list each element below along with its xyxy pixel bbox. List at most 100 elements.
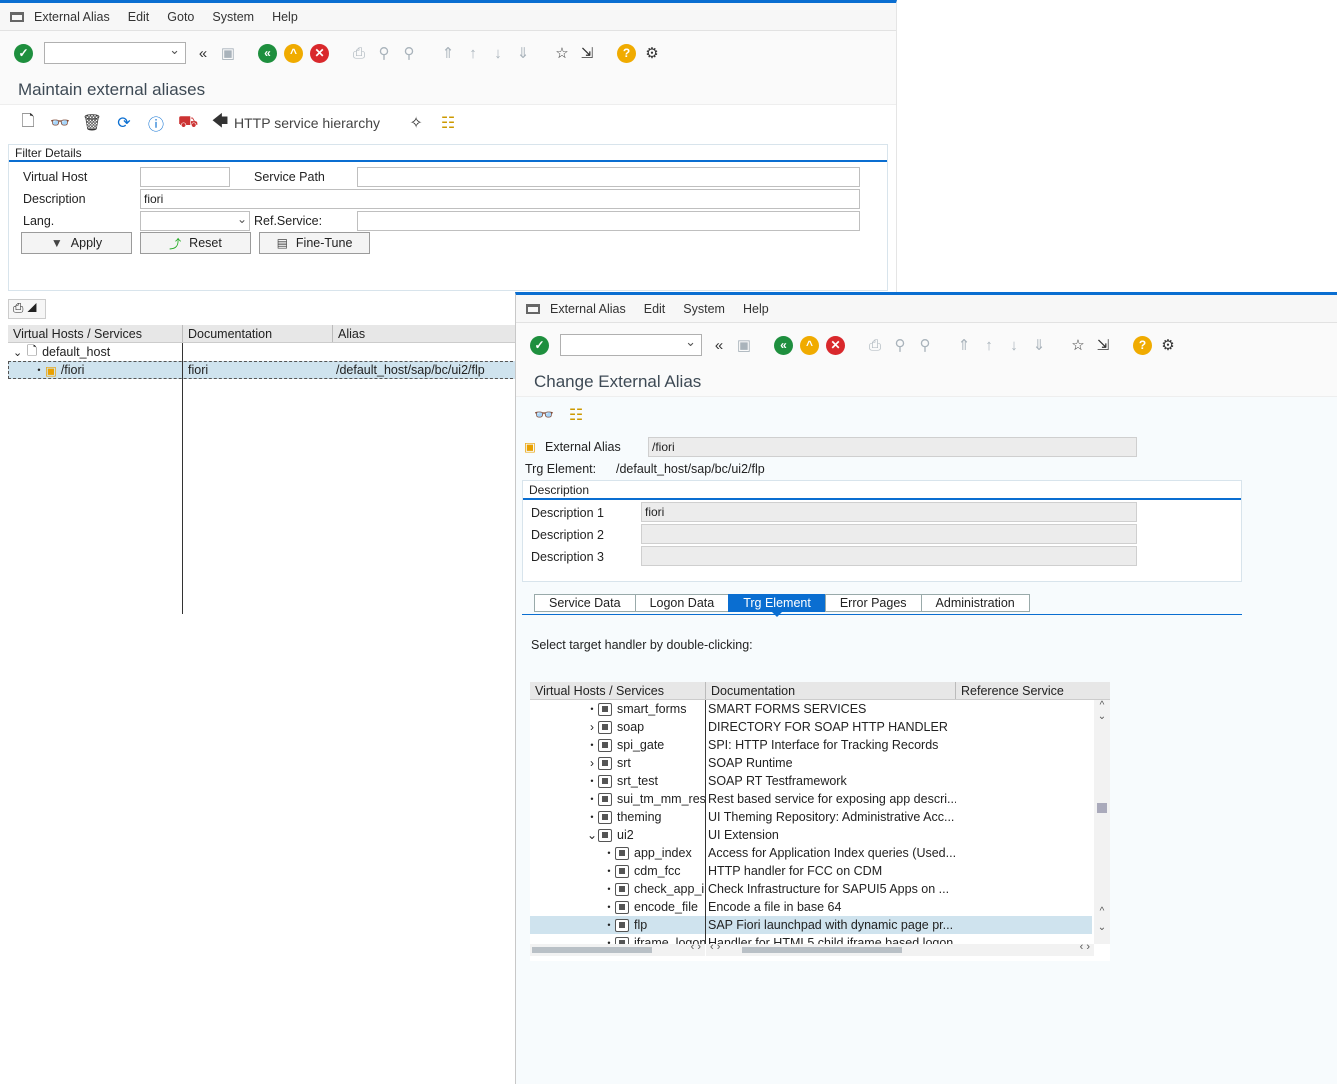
find-next-icon[interactable]: ⚲ [400,44,418,62]
tab-service-data[interactable]: Service Data [534,594,635,612]
last-page-icon[interactable]: ⇓ [514,44,532,62]
tab-logon-data[interactable]: Logon Data [634,594,729,612]
menu-help[interactable]: Help [272,10,298,24]
handler-row[interactable]: • encode_file Encode a file in base 64 [530,898,1092,916]
menu2-system[interactable]: System [683,302,725,316]
enter-icon[interactable]: ✓ [530,335,549,355]
next-page-icon[interactable]: ↓ [489,44,507,62]
display-icon[interactable]: 👓 [50,113,70,133]
settings-icon[interactable]: ⚙ [643,44,661,62]
external-alias-field[interactable]: /fiori [648,437,1137,457]
handler-row[interactable]: • theming UI Theming Repository: Administr… [530,808,1092,826]
create-session-icon[interactable]: ☆ [1069,336,1087,354]
handler-row[interactable]: • iframe_logon Handler for HTML5 child ifr… [530,934,1092,944]
menu2-edit[interactable]: Edit [644,302,666,316]
expand-icon[interactable]: ⌄ [13,346,27,359]
tab-trg-element[interactable]: Trg Element [728,594,825,617]
hscroll-left-arrows[interactable]: ‹ › [691,941,701,953]
menu-external-alias[interactable]: External Alias [34,10,110,24]
find-icon[interactable]: ⚲ [891,336,909,354]
exit-icon[interactable]: ^ [800,335,819,355]
col2-virtual-hosts[interactable]: Virtual Hosts / Services [530,682,706,699]
service-path-input[interactable] [357,167,860,187]
fine-tune-button[interactable]: ▤ Fine-Tune [259,232,370,254]
handler-row[interactable]: › srt SOAP Runtime [530,754,1092,772]
collapse-icon[interactable]: ⌄ [586,828,598,842]
collapse-icon[interactable]: « [194,44,212,62]
handler-row[interactable]: • sui_tm_mm_res Rest based service for exp… [530,790,1092,808]
print-icon[interactable]: ⎙ [866,336,884,354]
wizard-icon[interactable]: ✧ [406,113,426,133]
save-icon[interactable]: ▣ [735,336,753,354]
last-page-icon[interactable]: ⇓ [1030,336,1048,354]
description1-field[interactable]: fiori [641,502,1137,522]
col-alias[interactable]: Alias [333,325,518,342]
first-page-icon[interactable]: ⇑ [955,336,973,354]
settings-icon[interactable]: ⚙ [1159,336,1177,354]
menu-goto[interactable]: Goto [167,10,194,24]
expand-icon[interactable]: › [586,756,598,770]
transport-icon[interactable]: ⛟ [178,113,198,133]
menu-icon[interactable] [10,11,24,22]
menu2-help[interactable]: Help [743,302,769,316]
scroll-down-icon[interactable]: ⌄ [1094,711,1110,722]
handler-row[interactable]: • smart_forms SMART FORMS SERVICES [530,700,1092,718]
scroll-up-icon[interactable]: ^ [1094,700,1110,711]
display-change-icon[interactable]: 👓 [534,405,554,425]
menu2-external-alias[interactable]: External Alias [550,302,626,316]
handler-row[interactable]: • app_index Access for Application Index q… [530,844,1092,862]
hierarchy-icon[interactable]: ☷ [438,113,458,133]
hscroll-thumb-right[interactable] [742,947,902,953]
enter-icon[interactable]: ✓ [14,43,33,63]
hierarchy-icon[interactable]: ☷ [566,405,586,425]
lang-dropdown-icon[interactable]: ⌄ [237,212,247,226]
cancel-icon[interactable]: ✕ [826,335,845,355]
back-arrow-icon[interactable]: 🡄 [210,113,230,133]
apply-button[interactable]: ▼ Apply [21,232,132,254]
menu-icon-2[interactable] [526,303,540,314]
back-icon[interactable]: « [258,43,277,63]
horizontal-scrollbar-right[interactable]: ‹ › ‹ › [706,941,1094,956]
info-icon[interactable]: ⓘ [146,113,166,134]
handler-row[interactable]: • flp SAP Fiori launchpad with dynamic pag… [530,916,1092,934]
back-icon[interactable]: « [774,335,793,355]
ref-service-input[interactable] [357,211,860,231]
tab-administration[interactable]: Administration [920,594,1030,612]
help-icon[interactable]: ? [617,43,636,63]
find-next-icon[interactable]: ⚲ [916,336,934,354]
menu-system[interactable]: System [212,10,254,24]
command-field-2[interactable] [560,334,702,356]
virtual-host-input[interactable] [140,167,230,187]
previous-page-icon[interactable]: ↑ [980,336,998,354]
description3-field[interactable] [641,546,1137,566]
previous-page-icon[interactable]: ↑ [464,44,482,62]
tree-toolbar-print-icon[interactable]: ⎙ ◢ [8,299,46,319]
handler-row[interactable]: • spi_gate SPI: HTTP Interface for Trackin… [530,736,1092,754]
collapse-icon[interactable]: « [710,336,728,354]
handler-row[interactable]: • check_app_i Check Infrastructure for SAP… [530,880,1092,898]
cancel-icon[interactable]: ✕ [310,43,329,63]
col2-reference-service[interactable]: Reference Service [956,682,1094,699]
find-icon[interactable]: ⚲ [375,44,393,62]
help-icon[interactable]: ? [1133,335,1152,355]
expand-icon[interactable]: › [586,720,598,734]
handler-row[interactable]: ⌄ ui2 UI Extension [530,826,1092,844]
scroll-thumb[interactable] [1097,803,1107,813]
http-service-hierarchy-button[interactable]: HTTP service hierarchy [234,115,380,131]
menu-edit[interactable]: Edit [128,10,150,24]
exit-icon[interactable]: ^ [284,43,303,63]
reset-button[interactable]: ⤴ Reset [140,232,251,254]
description-input[interactable]: fiori [140,189,860,209]
tab-error-pages[interactable]: Error Pages [824,594,921,612]
vertical-scrollbar[interactable]: ^ ⌄ ^ ⌄ [1094,700,1110,944]
hscroll-right-end-arrows[interactable]: ‹ › [1080,941,1090,953]
scroll-up2-icon[interactable]: ^ [1094,906,1110,917]
next-page-icon[interactable]: ↓ [1005,336,1023,354]
tree-row-fiori[interactable]: • ▣ /fiori fiori /default_host/sap/bc/ui… [8,361,518,379]
command-field[interactable] [44,42,186,64]
handler-row[interactable]: • srt_test SOAP RT Testframework [530,772,1092,790]
scroll-down2-icon[interactable]: ⌄ [1094,922,1110,933]
col-virtual-hosts[interactable]: Virtual Hosts / Services [8,325,183,342]
print-icon[interactable]: ⎙ [350,44,368,62]
tree-row-host[interactable]: ⌄ 🗋 default_host [8,343,518,361]
